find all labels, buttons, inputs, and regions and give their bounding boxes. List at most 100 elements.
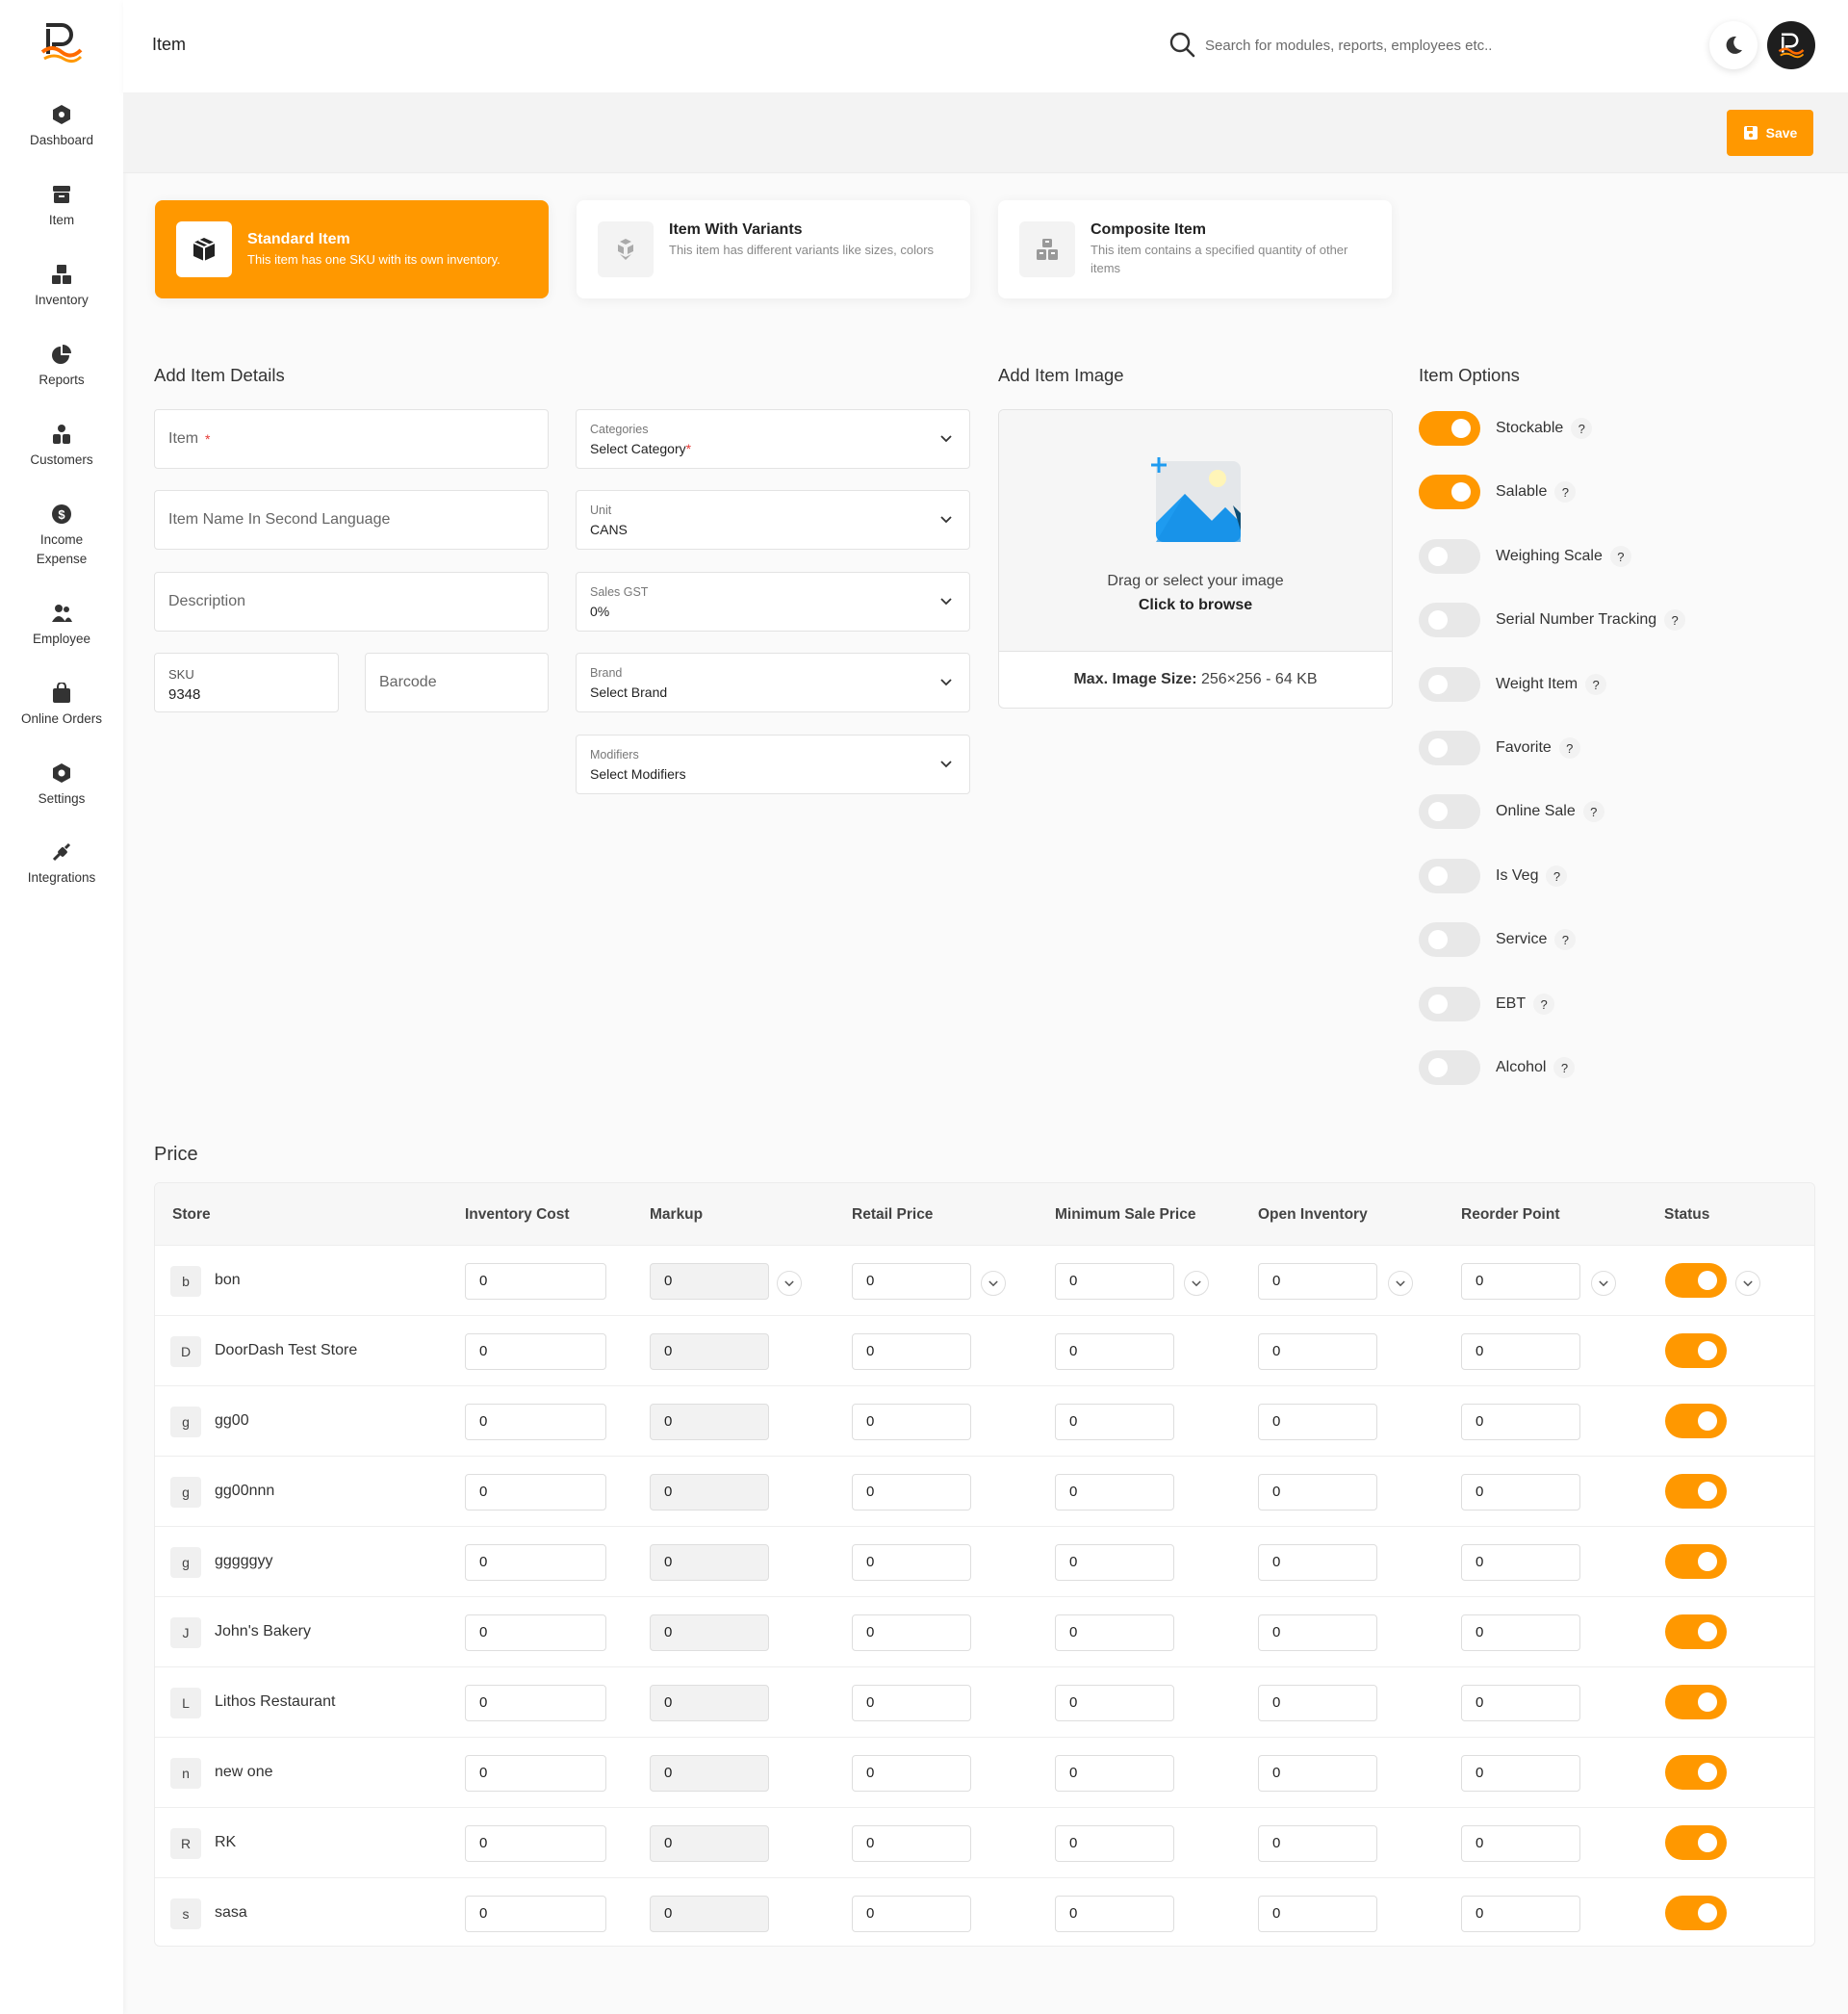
- second-language-input[interactable]: [168, 491, 534, 549]
- min-sale-price-input[interactable]: 0: [1055, 1755, 1174, 1792]
- min-sale-price-input[interactable]: 0: [1055, 1825, 1174, 1862]
- markup-input[interactable]: 0: [650, 1614, 769, 1651]
- search-icon[interactable]: [1168, 31, 1195, 58]
- item-name-field[interactable]: *: [154, 409, 549, 469]
- apply-all-dropdown-button[interactable]: [981, 1271, 1006, 1296]
- option-toggle[interactable]: [1419, 1050, 1480, 1085]
- sidebar-item-dashboard[interactable]: Dashboard: [0, 104, 123, 150]
- markup-input[interactable]: 0: [650, 1544, 769, 1581]
- open-inventory-input[interactable]: 0: [1258, 1825, 1377, 1862]
- status-toggle[interactable]: [1665, 1404, 1727, 1438]
- status-toggle[interactable]: [1665, 1263, 1727, 1298]
- markup-input[interactable]: 0: [650, 1333, 769, 1370]
- min-sale-price-input[interactable]: 0: [1055, 1685, 1174, 1721]
- inventory-cost-input[interactable]: 0: [465, 1896, 606, 1932]
- option-toggle[interactable]: [1419, 731, 1480, 765]
- help-icon[interactable]: ?: [1609, 546, 1631, 567]
- option-toggle[interactable]: [1419, 539, 1480, 574]
- apply-all-dropdown-button[interactable]: [1735, 1271, 1760, 1296]
- option-toggle[interactable]: [1419, 859, 1480, 893]
- help-icon[interactable]: ?: [1533, 994, 1555, 1015]
- help-icon[interactable]: ?: [1558, 737, 1580, 759]
- retail-price-input[interactable]: 0: [852, 1263, 971, 1300]
- option-toggle[interactable]: [1419, 987, 1480, 1021]
- sidebar-item-employee[interactable]: Employee: [0, 603, 123, 649]
- help-icon[interactable]: ?: [1664, 609, 1686, 631]
- status-toggle[interactable]: [1665, 1825, 1727, 1860]
- sidebar-item-reports[interactable]: Reports: [0, 344, 123, 390]
- inventory-cost-input[interactable]: 0: [465, 1544, 606, 1581]
- search-input[interactable]: [1205, 33, 1532, 58]
- help-icon[interactable]: ?: [1546, 865, 1568, 887]
- description-input[interactable]: [168, 573, 534, 631]
- sidebar-item-integrations[interactable]: Integrations: [0, 841, 123, 888]
- inventory-cost-input[interactable]: 0: [465, 1614, 606, 1651]
- status-toggle[interactable]: [1665, 1896, 1727, 1930]
- retail-price-input[interactable]: 0: [852, 1474, 971, 1510]
- item-name-input[interactable]: [168, 410, 534, 468]
- sku-field[interactable]: SKU 9348: [154, 653, 339, 712]
- reorder-point-input[interactable]: 0: [1461, 1404, 1580, 1440]
- status-toggle[interactable]: [1665, 1544, 1727, 1579]
- composite-item-card[interactable]: Composite Item This item contains a spec…: [998, 200, 1392, 298]
- status-toggle[interactable]: [1665, 1614, 1727, 1649]
- second-language-field[interactable]: [154, 490, 549, 550]
- open-inventory-input[interactable]: 0: [1258, 1474, 1377, 1510]
- open-inventory-input[interactable]: 0: [1258, 1404, 1377, 1440]
- option-toggle[interactable]: [1419, 922, 1480, 957]
- option-toggle[interactable]: [1419, 603, 1480, 637]
- open-inventory-input[interactable]: 0: [1258, 1685, 1377, 1721]
- help-icon[interactable]: ?: [1585, 674, 1607, 695]
- markup-input[interactable]: 0: [650, 1755, 769, 1792]
- reorder-point-input[interactable]: 0: [1461, 1333, 1580, 1370]
- status-toggle[interactable]: [1665, 1685, 1727, 1719]
- sales-gst-select[interactable]: Sales GST 0%: [576, 572, 970, 632]
- reorder-point-input[interactable]: 0: [1461, 1685, 1580, 1721]
- open-inventory-input[interactable]: 0: [1258, 1263, 1377, 1300]
- markup-input[interactable]: 0: [650, 1896, 769, 1932]
- option-toggle[interactable]: [1419, 411, 1480, 446]
- retail-price-input[interactable]: 0: [852, 1825, 971, 1862]
- barcode-input[interactable]: [379, 654, 534, 711]
- markup-input[interactable]: 0: [650, 1685, 769, 1721]
- min-sale-price-input[interactable]: 0: [1055, 1896, 1174, 1932]
- retail-price-input[interactable]: 0: [852, 1755, 971, 1792]
- click-to-browse-link[interactable]: Click to browse: [999, 597, 1392, 614]
- barcode-field[interactable]: [365, 653, 549, 712]
- open-inventory-input[interactable]: 0: [1258, 1755, 1377, 1792]
- reorder-point-input[interactable]: 0: [1461, 1544, 1580, 1581]
- retail-price-input[interactable]: 0: [852, 1614, 971, 1651]
- inventory-cost-input[interactable]: 0: [465, 1825, 606, 1862]
- item-with-variants-card[interactable]: Item With Variants This item has differe…: [577, 200, 970, 298]
- help-icon[interactable]: ?: [1582, 801, 1604, 822]
- open-inventory-input[interactable]: 0: [1258, 1614, 1377, 1651]
- modifiers-select[interactable]: Modifiers Select Modifiers: [576, 735, 970, 794]
- description-field[interactable]: [154, 572, 549, 632]
- reorder-point-input[interactable]: 0: [1461, 1474, 1580, 1510]
- min-sale-price-input[interactable]: 0: [1055, 1544, 1174, 1581]
- min-sale-price-input[interactable]: 0: [1055, 1404, 1174, 1440]
- inventory-cost-input[interactable]: 0: [465, 1263, 606, 1300]
- help-icon[interactable]: ?: [1554, 929, 1577, 950]
- min-sale-price-input[interactable]: 0: [1055, 1614, 1174, 1651]
- min-sale-price-input[interactable]: 0: [1055, 1263, 1174, 1300]
- reorder-point-input[interactable]: 0: [1461, 1614, 1580, 1651]
- categories-select[interactable]: Categories Select Category*: [576, 409, 970, 469]
- retail-price-input[interactable]: 0: [852, 1404, 971, 1440]
- reorder-point-input[interactable]: 0: [1461, 1896, 1580, 1932]
- reorder-point-input[interactable]: 0: [1461, 1263, 1580, 1300]
- retail-price-input[interactable]: 0: [852, 1333, 971, 1370]
- apply-all-dropdown-button[interactable]: [1184, 1271, 1209, 1296]
- status-toggle[interactable]: [1665, 1474, 1727, 1509]
- markup-input[interactable]: 0: [650, 1404, 769, 1440]
- reorder-point-input[interactable]: 0: [1461, 1755, 1580, 1792]
- inventory-cost-input[interactable]: 0: [465, 1333, 606, 1370]
- avatar[interactable]: [1767, 21, 1815, 69]
- sidebar-item-item[interactable]: Item: [0, 184, 123, 230]
- apply-all-dropdown-button[interactable]: [1591, 1271, 1616, 1296]
- retail-price-input[interactable]: 0: [852, 1544, 971, 1581]
- min-sale-price-input[interactable]: 0: [1055, 1474, 1174, 1510]
- retail-price-input[interactable]: 0: [852, 1896, 971, 1932]
- option-toggle[interactable]: [1419, 794, 1480, 829]
- sidebar-item-settings[interactable]: Settings: [0, 762, 123, 809]
